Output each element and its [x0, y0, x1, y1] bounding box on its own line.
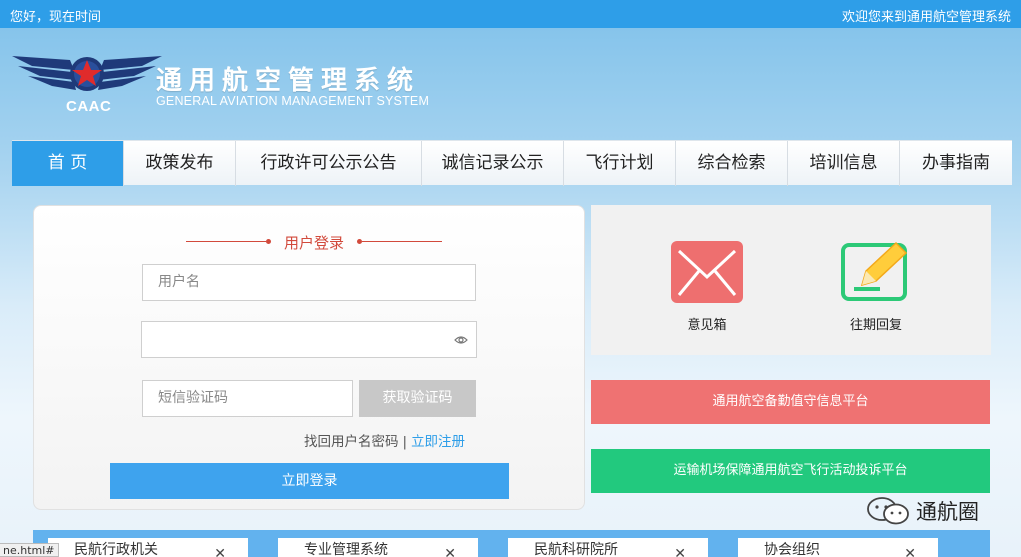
main-nav: 首 页 政策发布 行政许可公示公告 诚信记录公示 飞行计划 综合检索 培训信息 …: [12, 140, 1012, 186]
password-input[interactable]: [141, 321, 477, 358]
login-links: 找回用户名密码 | 立即注册: [304, 430, 465, 450]
nav-item-flight-plan[interactable]: 飞行计划: [564, 141, 676, 186]
mailbox-icon[interactable]: [671, 241, 743, 303]
envelope-icon: [677, 249, 737, 296]
eye-icon[interactable]: [454, 333, 468, 347]
login-title: 用户登录: [283, 234, 344, 252]
status-url-text: ne.html#: [0, 543, 59, 557]
get-code-button[interactable]: 获取验证码: [359, 380, 476, 417]
welcome-text: 欢迎您来到通用航空管理系统: [841, 10, 1011, 25]
site-subtitle: GENERAL AVIATION MANAGEMENT SYSTEM: [156, 94, 430, 108]
login-heading: 用户登录: [186, 231, 442, 252]
complaint-platform-button[interactable]: 运输机场保障通用航空飞行活动投诉平台: [591, 449, 990, 493]
login-button[interactable]: 立即登录: [110, 463, 509, 499]
edit-pencil-icon: [841, 241, 908, 301]
dropdown-management-systems[interactable]: 专业管理系统 ✕: [278, 538, 478, 557]
dropdown-label: 专业管理系统: [304, 542, 388, 557]
nav-item-policy[interactable]: 政策发布: [124, 141, 236, 186]
chevron-down-icon: ✕: [674, 546, 686, 557]
nav-item-home[interactable]: 首 页: [12, 141, 124, 186]
username-input[interactable]: 用户名: [142, 264, 476, 301]
nav-item-guide[interactable]: 办事指南: [900, 141, 1012, 186]
quick-links-panel: 意见箱 往期回复: [591, 205, 991, 355]
dropdown-research-institutes[interactable]: 民航科研院所 ✕: [508, 538, 708, 557]
nav-item-license-notice[interactable]: 行政许可公示公告: [236, 141, 422, 186]
login-panel: 用户登录 用户名 短信验证码 获取验证码 找回用户名密码 | 立即注册 立即登录: [33, 205, 585, 510]
chevron-down-icon: ✕: [904, 546, 916, 557]
replies-icon[interactable]: [840, 241, 912, 303]
sms-code-input[interactable]: 短信验证码: [142, 380, 353, 417]
replies-label[interactable]: 往期回复: [826, 314, 926, 333]
nav-item-credit-record[interactable]: 诚信记录公示: [422, 141, 564, 186]
dropdown-civil-aviation-authority[interactable]: 民航行政机关 ✕: [48, 538, 248, 557]
link-separator: |: [402, 434, 408, 450]
site-title: 通用航空管理系统: [156, 66, 421, 96]
register-link[interactable]: 立即注册: [411, 434, 465, 450]
site-header: CAAC 通用航空管理系统 GENERAL AVIATION MANAGEMEN…: [0, 28, 1021, 140]
watermark: 通航圈: [866, 496, 979, 526]
greeting-text: 您好，现在时间: [10, 10, 102, 25]
dropdown-label: 民航科研院所: [534, 542, 618, 557]
heading-line-right: [362, 241, 442, 242]
chat-bubbles-icon: [867, 497, 909, 525]
logo-text: CAAC: [66, 98, 112, 115]
dropdown-associations[interactable]: 协会组织 ✕: [738, 538, 938, 557]
watermark-text: 通航圈: [916, 500, 979, 524]
nav-item-search[interactable]: 综合检索: [676, 141, 788, 186]
nav-item-training[interactable]: 培训信息: [788, 141, 900, 186]
caac-logo[interactable]: CAAC: [12, 52, 162, 118]
mailbox-label[interactable]: 意见箱: [657, 314, 757, 333]
dropdown-label: 协会组织: [764, 542, 820, 557]
dropdown-label: 民航行政机关: [74, 542, 158, 557]
find-account-link[interactable]: 找回用户名密码: [304, 434, 399, 450]
top-bar: 您好，现在时间 欢迎您来到通用航空管理系统: [0, 0, 1021, 28]
chevron-down-icon: ✕: [444, 546, 456, 557]
duty-platform-button[interactable]: 通用航空备勤值守信息平台: [591, 380, 990, 424]
chevron-down-icon: ✕: [214, 546, 226, 557]
